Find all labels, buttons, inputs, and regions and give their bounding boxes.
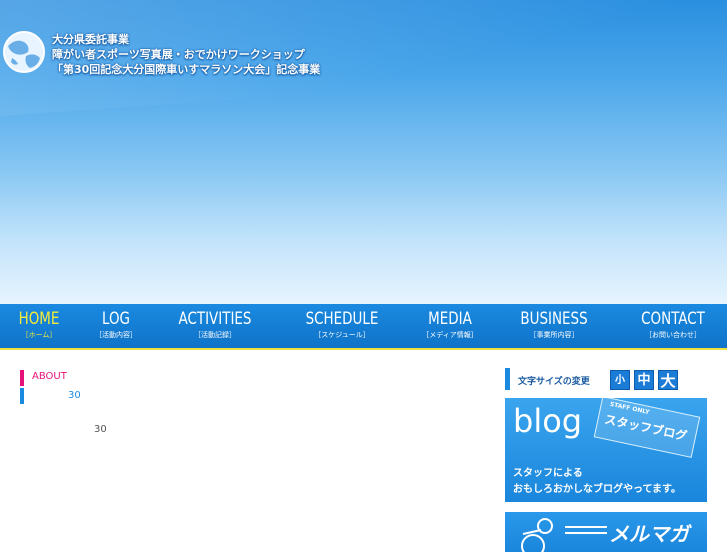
nav-schedule-label: SCHEDULE — [305, 309, 379, 329]
nav-contact-sub: ［お問い合わせ］ — [645, 331, 701, 339]
nav-contact-label: CONTACT — [641, 309, 705, 329]
nav-log-label: LOG — [102, 309, 130, 329]
font-size-small-button[interactable]: 小 — [610, 370, 630, 390]
nav-schedule[interactable]: SCHEDULE ［スケジュール］ — [290, 308, 394, 340]
nav-log-sub: ［活動内容］ — [95, 331, 137, 339]
font-size-medium-button[interactable]: 中 — [634, 370, 654, 390]
breadcrumb-marker-pink — [20, 370, 24, 386]
title-line-2: 障がい者スポーツ写真展・おでかけワークショップ — [52, 48, 305, 61]
site-title: 大分県委託事業 障がい者スポーツ写真展・おでかけワークショップ 「第30回記念大… — [52, 32, 320, 77]
nav-business[interactable]: BUSINESS ［事業所内容］ — [504, 308, 604, 340]
nav-contact[interactable]: CONTACT ［お問い合わせ］ — [626, 308, 720, 340]
nav-home-label: HOME — [18, 309, 60, 329]
blog-word: blog — [513, 402, 583, 440]
nav-home-sub: ［ホーム］ — [21, 331, 57, 339]
staff-blog-banner[interactable]: blog STAFF ONLY スタッフブログ スタッフによる おもしろおかしな… — [505, 398, 707, 502]
main-nav: HOME ［ホーム］ LOG ［活動内容］ ACTIVITIES ［活動記録］ … — [0, 304, 727, 350]
blog-copy: スタッフによる おもしろおかしなブログやってます。 — [513, 466, 681, 498]
title-line-3: 「第30回記念大分国際車いすマラソン大会」記念事業 — [52, 63, 321, 76]
nav-media-sub: ［メディア情報］ — [422, 331, 478, 339]
speed-line-1 — [565, 526, 607, 528]
blog-copy-line-1: スタッフによる — [513, 468, 583, 479]
breadcrumb-about[interactable]: ABOUT — [32, 371, 67, 382]
nav-home[interactable]: HOME ［ホーム］ — [10, 308, 68, 340]
globe-logo-icon — [3, 31, 45, 73]
nav-activities[interactable]: ACTIVITIES ［活動記録］ — [163, 308, 267, 340]
speed-line-2 — [565, 532, 607, 534]
nav-log[interactable]: LOG ［活動内容］ — [88, 308, 144, 340]
breadcrumb-marker-blue — [20, 388, 24, 404]
title-line-1: 大分県委託事業 — [52, 33, 129, 46]
font-size-label: 文字サイズの変更 — [518, 377, 590, 387]
nav-activities-label: ACTIVITIES — [178, 309, 252, 329]
staff-only-card: STAFF ONLY スタッフブログ — [593, 398, 701, 458]
nav-business-label: BUSINESS — [520, 309, 588, 329]
body-text: 30 — [94, 424, 107, 435]
hero-banner: 大分県委託事業 障がい者スポーツ写真展・おでかけワークショップ 「第30回記念大… — [0, 0, 727, 304]
mail-magazine-label: メルマガ — [609, 522, 689, 546]
font-size-marker — [505, 368, 510, 390]
nav-media-label: MEDIA — [428, 309, 472, 329]
blog-copy-line-2: おもしろおかしなブログやってます。 — [513, 484, 681, 495]
font-size-large-button[interactable]: 大 — [658, 370, 678, 390]
mail-magazine-banner[interactable]: メルマガ — [505, 512, 707, 552]
nav-business-sub: ［事業所内容］ — [529, 331, 579, 339]
nav-media[interactable]: MEDIA ［メディア情報］ — [414, 308, 486, 340]
breadcrumb-number: 30 — [68, 390, 81, 401]
nav-activities-sub: ［活動記録］ — [194, 331, 236, 339]
wheelchair-icon — [521, 518, 553, 552]
nav-schedule-sub: ［スケジュール］ — [314, 331, 370, 339]
